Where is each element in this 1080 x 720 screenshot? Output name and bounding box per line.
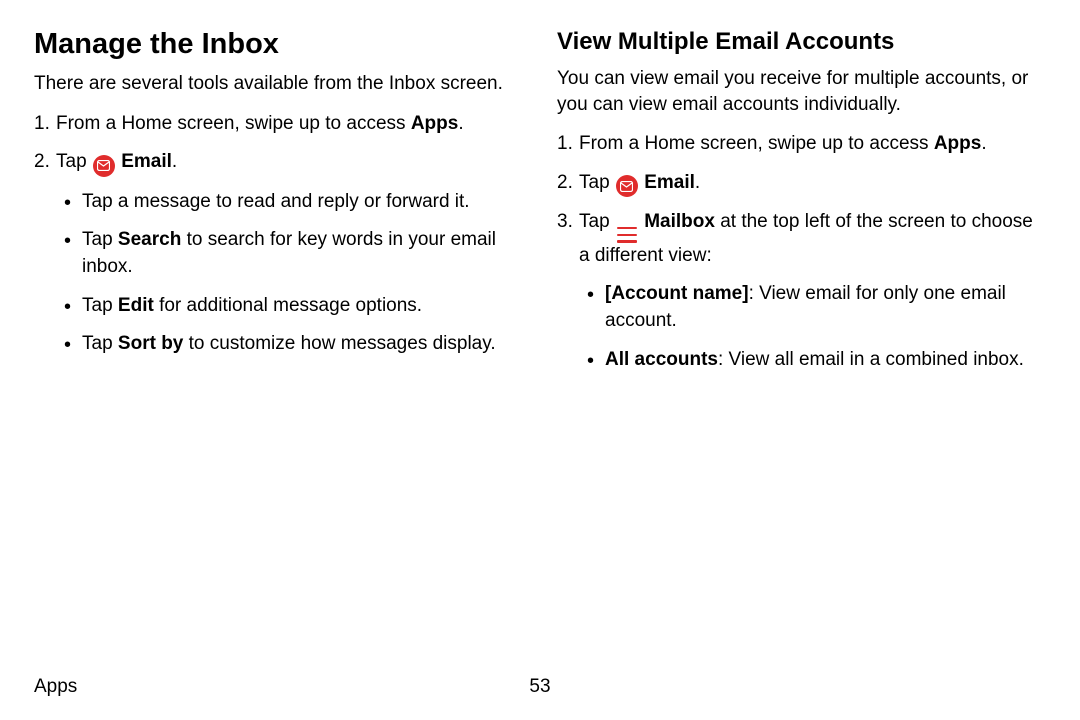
all-accounts-label: All accounts: [605, 349, 718, 370]
email-icon: [616, 175, 638, 197]
page-footer: Apps 53: [34, 676, 1046, 698]
intro-view-multiple: You can view email you receive for multi…: [557, 66, 1046, 117]
bullet-text-post: : View all email in a combined inbox.: [718, 349, 1024, 370]
step-text: From a Home screen, swipe up to access: [56, 113, 411, 134]
page-content: Manage the Inbox There are several tools…: [34, 28, 1046, 385]
steps-right: From a Home screen, swipe up to access A…: [557, 131, 1046, 373]
footer-section: Apps: [34, 676, 77, 698]
sortby-label: Sort by: [118, 333, 183, 354]
left-column: Manage the Inbox There are several tools…: [34, 28, 523, 385]
bullet-search: Tap Search to search for key words in yo…: [82, 227, 523, 280]
account-name-label: [Account name]: [605, 283, 749, 304]
step-text: Tap: [56, 151, 92, 172]
heading-manage-inbox: Manage the Inbox: [34, 28, 523, 61]
search-label: Search: [118, 229, 181, 250]
step-text-post: .: [172, 151, 177, 172]
apps-label: Apps: [934, 133, 982, 154]
substeps-right: [Account name]: View email for only one …: [579, 281, 1046, 373]
steps-left: From a Home screen, swipe up to access A…: [34, 111, 523, 358]
bullet-text: Tap: [82, 333, 118, 354]
step-2-left: Tap Email. Tap a message to read and rep…: [56, 149, 523, 357]
step-text: From a Home screen, swipe up to access: [579, 133, 934, 154]
right-column: View Multiple Email Accounts You can vie…: [557, 28, 1046, 385]
step-3-right: Tap Mailbox at the top left of the scree…: [579, 209, 1046, 373]
step-text: Tap: [579, 172, 615, 193]
mailbox-label: Mailbox: [644, 211, 715, 232]
email-icon: [93, 155, 115, 177]
bullet-account-name: [Account name]: View email for only one …: [605, 281, 1046, 334]
substeps-left: Tap a message to read and reply or forwa…: [56, 189, 523, 358]
step-text: Tap: [579, 211, 615, 232]
step-2-right: Tap Email.: [579, 170, 1046, 198]
step-text-post: .: [981, 133, 986, 154]
edit-label: Edit: [118, 295, 154, 316]
step-text-post: .: [458, 113, 463, 134]
bullet-text: Tap a message to read and reply or forwa…: [82, 191, 470, 212]
bullet-edit: Tap Edit for additional message options.: [82, 293, 523, 320]
footer-page-number: 53: [529, 676, 550, 698]
bullet-sortby: Tap Sort by to customize how messages di…: [82, 331, 523, 358]
apps-label: Apps: [411, 113, 459, 134]
intro-manage-inbox: There are several tools available from t…: [34, 71, 523, 97]
step-1-left: From a Home screen, swipe up to access A…: [56, 111, 523, 138]
email-label: Email: [121, 151, 172, 172]
bullet-text-post: for additional message options.: [154, 295, 422, 316]
heading-view-multiple: View Multiple Email Accounts: [557, 28, 1046, 56]
bullet-all-accounts: All accounts: View all email in a combin…: [605, 347, 1046, 374]
bullet-text: Tap: [82, 229, 118, 250]
bullet-text-post: to customize how messages display.: [183, 333, 495, 354]
bullet-read-reply: Tap a message to read and reply or forwa…: [82, 189, 523, 216]
email-label: Email: [644, 172, 695, 193]
hamburger-icon: [617, 227, 637, 243]
step-text-post: .: [695, 172, 700, 193]
bullet-text: Tap: [82, 295, 118, 316]
step-1-right: From a Home screen, swipe up to access A…: [579, 131, 1046, 158]
